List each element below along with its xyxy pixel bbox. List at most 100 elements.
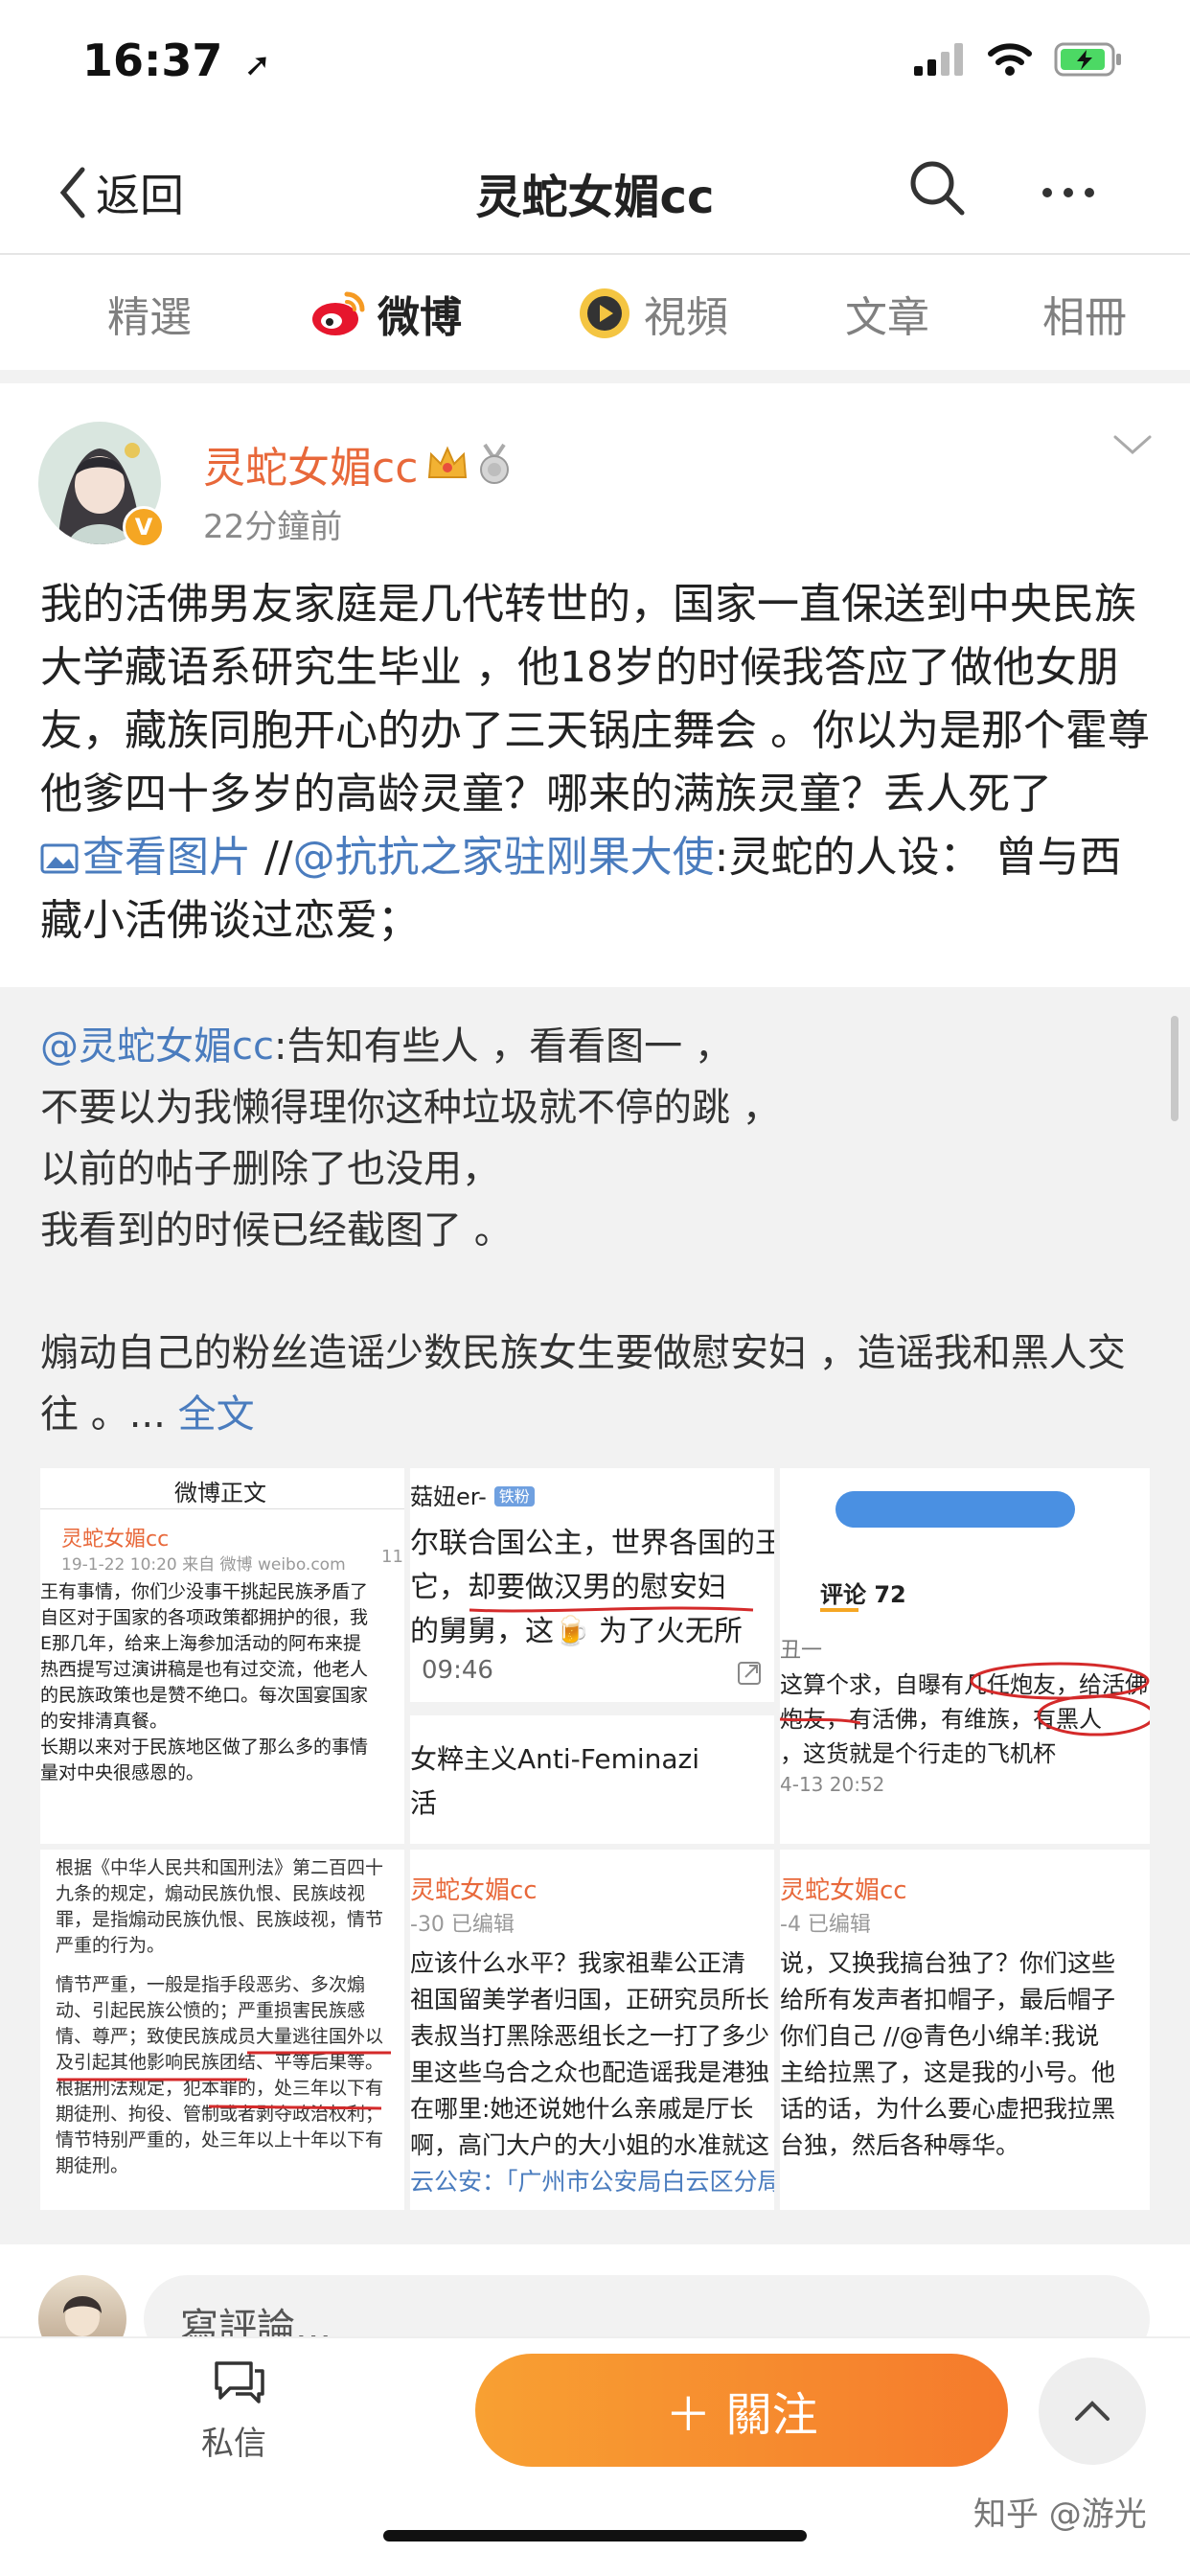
thumb-footer: 活 [410,1787,438,1819]
follow-button[interactable]: ＋ 關注 [475,2354,1008,2467]
more-icon-dot [1085,188,1094,197]
thumb-line: 的安排清真餐。 [40,1711,169,1732]
red-underline [57,2051,391,2110]
medal-icon [480,443,510,484]
thumb-line: 表叔当打黑除恶组长之一打了多少 [410,2022,770,2050]
repost-mention-link[interactable]: @灵蛇女媚cc [40,1024,274,1069]
tab-label: 微博 [378,293,462,342]
watermark: 知乎 @游光 [973,2496,1147,2534]
thumb-line: 啊，高门大户的大小姐的水准就这 [410,2131,770,2159]
tab-label: 視頻 [644,293,728,342]
repost-separator: // [251,833,293,882]
home-indicator[interactable] [383,2530,807,2542]
video-icon [580,288,629,338]
thumb-line: 的民族政策也是赞不绝口。每次国宴国家 [40,1685,369,1706]
chevron-down-icon [1113,435,1152,455]
thumb-user: 灵蛇女媚cc [780,1876,907,1905]
image-thumbnail-1[interactable]: 微博正文 灵蛇女媚cc 19-1-22 10:20 来自 微博 weibo.co… [40,1468,404,1844]
repost-line: 以前的帖子删除了也没用， [40,1147,500,1191]
thumb-line: 给所有发声者扣帽子，最后帽子 [780,1986,1116,2013]
thumb-meta: -4 已编辑 [780,1913,871,1937]
thumb-line: 尔联合国公主，世界各国的王 [410,1527,774,1560]
thumb-line: 祖国留美学者归国，正研究员所长 [410,1986,770,2013]
tab-photos[interactable]: 相冊 [1042,283,1127,344]
thumb-line: 主给拉黑了，这是我的小号。他 [780,2058,1116,2086]
thumb-user: 菇妞er- [410,1484,487,1510]
more-icon-dot [1064,188,1073,197]
message-button[interactable] [213,2358,266,2411]
image-icon [40,843,79,874]
more-icon [1042,188,1052,197]
tab-indicator [820,1608,858,1612]
fan-badge: 铁粉 [493,1486,535,1506]
image-thumbnail-6[interactable]: 灵蛇女媚cc -4 已编辑 说，又换我搞台独了？你们这些 给所有发声者扣帽子，最… [780,1850,1150,2210]
tab-separator [0,370,1190,383]
thumb-line: 你们自己 //@青色小绵羊:我说 [780,2022,1100,2050]
tab-label: 精選 [107,293,192,342]
image-thumbnail-5[interactable]: 灵蛇女媚cc -30 已编辑 应该什么水平？我家祖辈公正清 祖国留美学者归国，正… [410,1850,774,2210]
search-icon [910,161,965,216]
search-button[interactable] [906,157,968,222]
thumb-time: 4-13 20:52 [780,1773,885,1796]
thumb-line: 王有事情，你们少没事干挑起民族矛盾了 [40,1581,369,1602]
post-time: 22分鐘前 [203,508,343,546]
comment-tab: 评论 72 [820,1581,906,1608]
repost-body: @灵蛇女媚cc:告知有些人 ，看看图一 ， 不要以为我懒得理你这种垃圾就不停的跳… [40,1016,1152,1445]
thumb-header: 微博正文 [174,1480,266,1506]
thumb-line: 量对中央很感恩的。 [40,1762,205,1783]
post-menu-button[interactable] [1111,433,1154,462]
tab-articles[interactable]: 文章 [845,283,929,344]
red-circle-marks [780,1662,1150,1736]
tab-video[interactable]: 視頻 [575,283,728,344]
tab-featured[interactable]: 精選 [107,283,192,344]
thumb-line: 话的话，为什么要心虚把我拉黑 [780,2095,1116,2123]
more-button[interactable] [1042,188,1094,197]
thumb-line: 在哪里:她还说她什么亲戚是厅长 [410,2095,754,2123]
status-time: 16:37 ➚ [82,34,271,86]
thumb-line: 自区对于国家的各项政策都拥护的很，我 [40,1607,369,1628]
thumb-line: 热西提写过演讲稿是也有过交流，他老人 [40,1659,369,1680]
crown-badge-icon [428,446,468,478]
thumb-line: 台独，然后各种辱华。 [780,2131,1020,2159]
thumb-line: E那几年，给来上海参加活动的阿布来提 [40,1633,362,1654]
share-icon [738,1662,761,1685]
repost-line: :告知有些人 ，看看图一 ， [273,1024,733,1069]
full-text-link[interactable]: 全文 [178,1392,255,1437]
thumb-footer: 女粹主义Anti-Feminazi [410,1743,699,1775]
thumb-line: 期徒刑。 [56,2155,129,2176]
post-text: 我的活佛男友家庭是几代转世的，国家一直保送到中央民族大学藏语系研究生毕业 ，他1… [40,580,1150,818]
mention-link[interactable]: @抗抗之家驻刚果大使 [293,833,715,882]
chevron-up-icon [1075,2401,1110,2421]
image-thumbnail-4[interactable]: 根据《中华人民共和国刑法》第二百四十 九条的规定，煽动民族仇恨、民族歧视 罪，是… [40,1850,404,2210]
tab-weibo[interactable]: 微博 [309,283,462,344]
tab-label: 相冊 [1042,293,1127,342]
thumb-line: 长期以来对于民族地区做了那么多的事情 [40,1736,369,1758]
post-username-text: 灵蛇女媚cc [203,444,419,493]
image-thumbnail-3[interactable]: 评论 72 丑一 这算个求，自曝有几任炮友，给活佛 炮友，有活佛，有维族，有黑人… [780,1468,1150,1844]
location-icon: ➚ [243,46,271,84]
thumb-time: 09:46 [422,1656,493,1685]
status-indicators [914,42,1123,77]
repost-line: 我看到的时候已经截图了 。 [40,1208,513,1253]
verified-badge-icon: V [123,506,165,548]
page-title: 灵蛇女媚cc [475,171,715,224]
wifi-icon [988,43,1032,76]
status-time-text: 16:37 [82,34,223,86]
thumb-line: 的舅舅，这🍺 为了火无所 [410,1615,743,1648]
repost-line: 不要以为我懒得理你这种垃圾就不停的跳 ， [40,1086,781,1130]
post-username[interactable]: 灵蛇女媚cc [203,433,514,494]
thumb-line: 应该什么水平？我家祖辈公正清 [410,1949,746,1977]
scroll-top-button[interactable] [1039,2358,1146,2465]
battery-icon [1054,42,1121,77]
post-body: 我的活佛男友家庭是几代转世的，国家一直保送到中央民族大学藏语系研究生毕业 ，他1… [40,573,1152,953]
thumb-gap [410,1702,774,1715]
thumb-meta: 19-1-22 10:20 来自 微博 weibo.com [61,1555,346,1575]
thumb-divider [40,1508,404,1509]
view-image-link[interactable]: 查看图片 [40,833,251,882]
image-thumbnail-2[interactable]: 菇妞er- 铁粉 尔联合国公主，世界各国的王 它，却要做汉男的慰安妇 的舅舅，这🍺… [410,1468,774,1844]
weibo-icon [312,291,365,335]
message-icon [215,2361,264,2404]
scrollbar[interactable] [1171,1016,1179,1121]
signal-icon [914,43,963,76]
thumb-line: 里这些乌合之众也配造谣我是港独 [410,2058,770,2086]
